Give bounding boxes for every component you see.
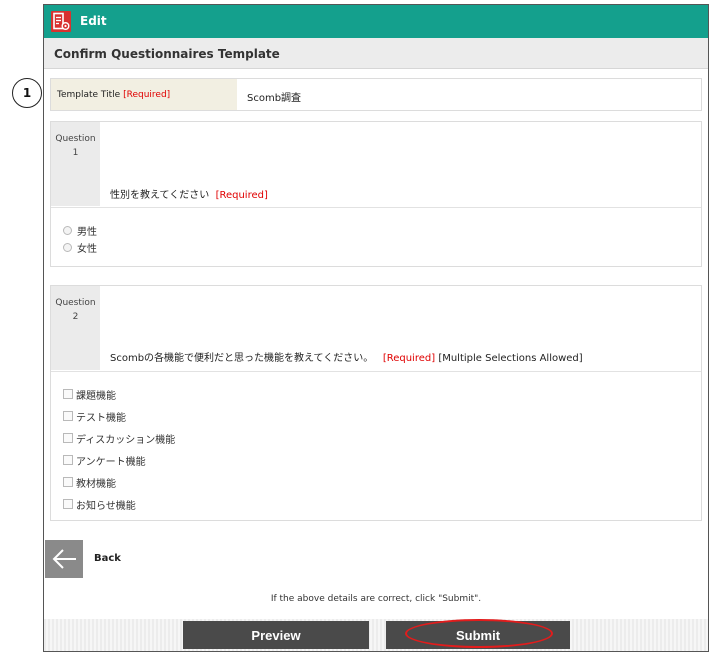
page-title: Confirm Questionnaires Template [54,47,280,61]
checkbox[interactable] [63,433,73,443]
question-block-2: Question 2 Scombの各機能で便利だと思った機能を教えてください。 … [50,285,702,521]
question-header-2: Question 2 Scombの各機能で便利だと思った機能を教えてください。 … [51,286,701,372]
template-title-value: Scomb調査 [247,93,302,104]
question-block-1: Question 1 性別を教えてください [Required] 男性 女性 [50,121,702,267]
back-button[interactable] [45,540,83,578]
question-label: Question [55,298,96,308]
checkbox-option[interactable]: テスト機能 [63,409,126,424]
confirm-instruction: If the above details are correct, click … [270,594,482,604]
required-marker: [Required] [382,353,436,364]
option-label: アンケート機能 [76,456,146,468]
question-label: Question [55,134,96,144]
template-title-label: Template Title [Required] [57,90,170,100]
checkbox[interactable] [63,411,73,421]
option-label: 課題機能 [76,390,116,402]
header-title: Edit [80,14,107,28]
checkbox[interactable] [63,499,73,509]
radio-option-male[interactable]: 男性 [63,223,97,238]
checkbox-option[interactable]: 教材機能 [63,475,116,490]
question-number: 2 [72,312,79,322]
question-number-cell: Question 2 [51,286,100,370]
footer-actions: Preview Submit [44,619,708,651]
template-title-label-cell: Template Title [Required] [51,79,237,110]
radio-button[interactable] [63,225,72,235]
back-label[interactable]: Back [94,553,121,564]
question-number: 1 [72,148,79,158]
multiple-selection-note: [Multiple Selections Allowed] [438,353,583,364]
question-text-body: 性別を教えてください [110,190,210,201]
question-text: Scombの各機能で便利だと思った機能を教えてください。 [Required] … [110,349,583,364]
option-label: テスト機能 [76,412,126,424]
back-arrow-icon [52,549,76,569]
radio-button[interactable] [63,242,72,252]
app-header: Edit [44,5,708,38]
submit-highlight-ring [405,619,553,648]
checkbox[interactable] [63,477,73,487]
preview-button[interactable]: Preview [183,621,369,649]
option-label: お知らせ機能 [76,500,136,512]
option-label: 女性 [77,243,97,255]
app-window: Edit Confirm Questionnaires Template Tem… [43,4,709,652]
template-title-row: Template Title [Required] Scomb調査 [50,78,702,111]
question-header-1: Question 1 性別を教えてください [Required] [51,122,701,208]
option-label: 男性 [77,226,97,238]
option-label: 教材機能 [76,478,116,490]
checkbox-option[interactable]: ディスカッション機能 [63,431,176,446]
checkbox[interactable] [63,455,73,465]
required-marker: [Required] [215,190,268,201]
edit-document-icon [51,11,71,32]
checkbox[interactable] [63,389,73,399]
template-title-label-text: Template Title [57,90,121,100]
question-text-body: Scombの各機能で便利だと思った機能を教えてください。 [110,353,374,364]
question-text: 性別を教えてください [Required] [110,186,268,201]
page-subheader: Confirm Questionnaires Template [44,38,708,69]
checkbox-option[interactable]: アンケート機能 [63,453,146,468]
checkbox-option[interactable]: 課題機能 [63,387,116,402]
radio-option-female[interactable]: 女性 [63,240,97,255]
checkbox-option[interactable]: お知らせ機能 [63,497,136,512]
callout-marker: 1 [12,78,42,108]
required-marker: [Required] [123,90,171,100]
option-label: ディスカッション機能 [76,434,176,446]
question-number-cell: Question 1 [51,122,100,206]
